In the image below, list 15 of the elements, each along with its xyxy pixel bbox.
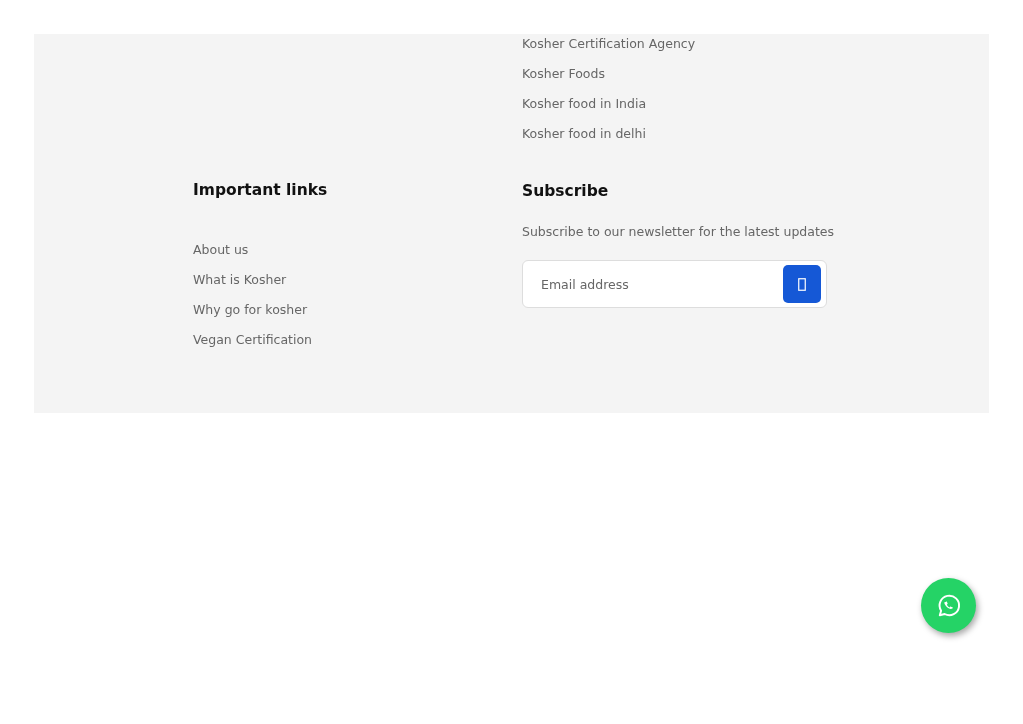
section-heading: Important links [193,180,329,200]
footer-link[interactable]: Kosher Certification Agency [522,35,696,53]
email-field[interactable]: Email address [522,260,827,308]
rectangle-icon [798,277,806,291]
footer-link[interactable]: Kosher food in India [522,95,647,113]
email-input[interactable]: Email address [539,275,783,293]
section-heading: Subscribe [522,181,610,201]
footer-link[interactable]: What is Kosher [193,271,287,289]
footer-link[interactable]: Kosher food in delhi [522,125,646,143]
footer-link[interactable]: About us [193,241,249,259]
footer-link[interactable]: Why go for kosher [193,301,308,319]
newsletter-text: Subscribe to our newsletter for the latest updates [522,223,836,241]
footer-link[interactable]: Vegan Certification [193,331,313,349]
footer-link[interactable]: Kosher Foods [522,65,605,83]
subscribe-button[interactable] [783,265,821,303]
